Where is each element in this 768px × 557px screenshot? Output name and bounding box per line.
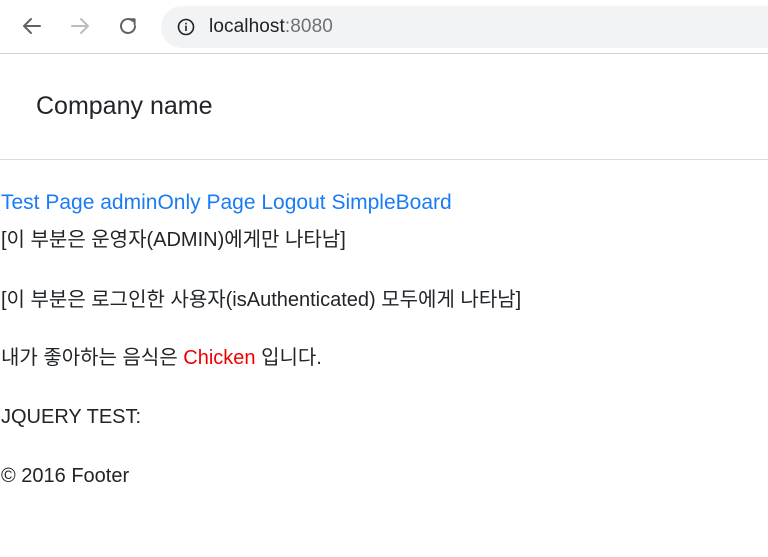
site-header: Company name [0,54,768,160]
browser-toolbar: localhost:8080 [0,0,768,54]
reload-button[interactable] [114,12,142,40]
nav-links: Test Page adminOnly Page Logout SimpleBo… [1,190,452,216]
arrow-left-icon [23,18,41,34]
link-logout[interactable]: Logout [261,191,325,214]
url-port: :8080 [284,16,333,37]
food-suffix: 입니다. [255,347,322,369]
forward-button[interactable] [66,12,94,40]
arrow-right-icon [71,18,89,34]
back-button[interactable] [18,12,46,40]
url-text[interactable]: localhost:8080 [209,16,333,38]
admin-notice: [이 부분은 운영자(ADMIN)에게만 나타남] [1,229,346,251]
url-host: localhost [209,16,285,37]
link-test-page[interactable]: Test Page [1,191,94,214]
jquery-test-label: JQUERY TEST: [1,406,142,428]
reload-icon [120,18,136,34]
footer: © 2016 Footer [1,465,130,487]
link-admin-only-page[interactable]: adminOnly Page [100,191,255,214]
brand-name[interactable]: Company name [36,91,212,121]
food-value: Chicken [183,347,256,369]
food-prefix: 내가 좋아하는 음식은 [1,347,184,369]
info-icon[interactable] [177,18,195,36]
link-simple-board[interactable]: SimpleBoard [331,191,451,214]
favorite-food-line: 내가 좋아하는 음식은 Chicken 입니다. [1,345,322,371]
auth-notice: [이 부분은 로그인한 사용자(isAuthenticated) 모두에게 나타… [1,289,522,311]
address-bar[interactable]: localhost:8080 [161,6,768,48]
